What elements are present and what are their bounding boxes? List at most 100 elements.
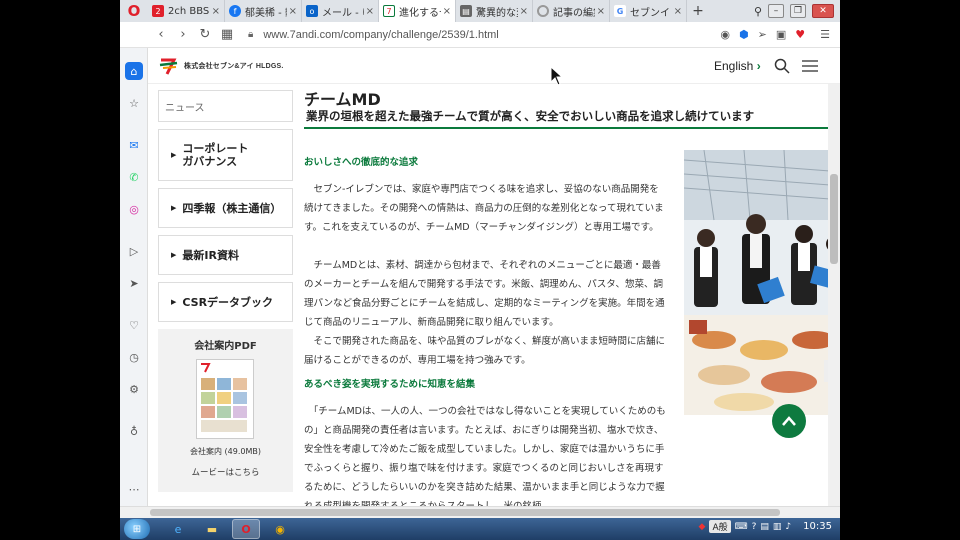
- company-pdf-box: 会社案内PDF 会社案内 (49.0MB) ムービーはこちら: [158, 329, 293, 492]
- tray-volume-icon[interactable]: ♪: [785, 522, 791, 532]
- vertical-scrollbar[interactable]: [828, 84, 840, 518]
- reload-icon[interactable]: ↻: [194, 27, 216, 42]
- page-icon: ▤: [460, 5, 472, 17]
- new-tab-button[interactable]: +: [687, 3, 709, 19]
- tab-edit[interactable]: 記事の編集 ×: [533, 0, 610, 22]
- home-icon[interactable]: ⌂: [125, 62, 143, 80]
- opera-sidebar: ⌂ ☆ ✉ ✆ ◎ ▷ ➤ ♡ ◷ ⚙ ♁ ⋯: [120, 48, 148, 518]
- address-bar: ‹ › ↻ ▦ 🔒︎ www.7andi.com/company/challen…: [120, 22, 840, 48]
- main-content: チームMD 業界の垣根を超えた最強チームで質が高く、安全でおいしい商品を追求し続…: [304, 86, 840, 512]
- clock[interactable]: 10:35: [803, 521, 832, 532]
- send-icon[interactable]: ➢: [758, 28, 767, 41]
- opera-taskbar-icon[interactable]: O: [232, 519, 260, 539]
- tab-facebook[interactable]: f 郁美稀 - 動 ×: [225, 0, 302, 22]
- seven-and-i-logo[interactable]: [158, 56, 180, 76]
- easy-setup-icon[interactable]: ☰: [820, 28, 830, 41]
- tab-label: セブンイレ: [630, 7, 672, 19]
- section-heading-2: あるべき姿を実現するために知恵を結集: [304, 379, 476, 390]
- vertical-scroll-thumb[interactable]: [830, 174, 838, 264]
- tab-bar: O 2 2ch BBS × f 郁美稀 - 動 × o メール - ゆ × 7 …: [120, 0, 840, 22]
- ime-indicator[interactable]: A般: [709, 520, 731, 533]
- tray-app-icon[interactable]: ◆: [699, 522, 706, 532]
- pdf-download-link[interactable]: 会社案内 (49.0MB): [158, 446, 293, 457]
- tab-close-icon[interactable]: ×: [674, 6, 682, 17]
- title-rule: [304, 127, 834, 129]
- nav-corporate-governance[interactable]: ▶ コーポレート ガバナンス: [158, 129, 293, 181]
- speed-dial-icon[interactable]: ☆: [125, 94, 143, 112]
- paragraph-4: 「チームMDは、一人の人、一つの会社ではなし得ないことを実現していくためのもの」…: [304, 406, 666, 512]
- tab-label: メール - ゆ: [322, 7, 364, 19]
- heart-icon[interactable]: ♥: [795, 28, 805, 41]
- news-link[interactable]: ニュース: [158, 90, 293, 122]
- more-icon[interactable]: ⋯: [125, 480, 143, 498]
- player-icon[interactable]: ▷: [125, 242, 143, 260]
- history-icon[interactable]: ◷: [125, 348, 143, 366]
- search-tabs-icon[interactable]: ⚲: [754, 5, 762, 18]
- loading-icon: [537, 5, 549, 17]
- settings-gear-icon[interactable]: ⚙: [125, 380, 143, 398]
- maximize-button[interactable]: ❐: [790, 4, 806, 18]
- chrome-taskbar-icon[interactable]: ◉: [266, 519, 294, 539]
- instagram-icon[interactable]: ◎: [125, 200, 143, 218]
- vpn-shield-icon[interactable]: ⬢: [739, 28, 749, 41]
- tab-label: 進化するセ: [399, 7, 441, 19]
- hamburger-menu-icon[interactable]: [802, 60, 818, 72]
- close-window-button[interactable]: ✕: [812, 4, 834, 18]
- tab-close-icon[interactable]: ×: [597, 6, 605, 17]
- windows-taskbar: ⊞ e ▬ O ◉ ◆ A般 ⌨ ? ▤ ▥ ♪ 10:35: [120, 518, 840, 540]
- pdf-cover-thumbnail[interactable]: [196, 359, 254, 439]
- nav-ir-materials[interactable]: ▶ 最新IR資料: [158, 235, 293, 275]
- lightbulb-icon[interactable]: ♁: [125, 422, 143, 440]
- tab-mail[interactable]: o メール - ゆ ×: [302, 0, 379, 22]
- movie-link[interactable]: ムービーはこちら: [158, 466, 293, 478]
- start-button[interactable]: ⊞: [124, 519, 150, 539]
- send-flow-icon[interactable]: ➤: [125, 274, 143, 292]
- tab-grid-icon[interactable]: ▦: [216, 27, 238, 42]
- scroll-to-top-button[interactable]: [772, 404, 806, 438]
- mouse-cursor-icon: [550, 66, 564, 86]
- tab-close-icon[interactable]: ×: [212, 6, 220, 17]
- opera-menu-icon[interactable]: O: [120, 0, 148, 22]
- tab-close-icon[interactable]: ×: [520, 6, 528, 17]
- cube-icon[interactable]: ▣: [776, 28, 786, 41]
- tray-keyboard-icon[interactable]: ⌨: [735, 522, 748, 532]
- search-icon[interactable]: [774, 58, 790, 74]
- pdf-cover-image: [201, 363, 247, 432]
- messenger-icon[interactable]: ✉: [125, 136, 143, 154]
- nav-csr-databook[interactable]: ▶ CSRデータブック: [158, 282, 293, 322]
- outlook-icon: o: [306, 5, 318, 17]
- triangle-right-icon: ▶: [171, 297, 177, 306]
- tray-help-icon[interactable]: ?: [752, 522, 757, 532]
- site-header: 株式会社セブン&アイ HLDGS. English ›: [148, 48, 840, 84]
- horizontal-scroll-thumb[interactable]: [150, 509, 780, 516]
- tab-close-icon[interactable]: ×: [289, 6, 297, 17]
- tab-2ch[interactable]: 2 2ch BBS ×: [148, 0, 225, 22]
- tab-close-icon[interactable]: ×: [366, 6, 374, 17]
- tray-language-icon[interactable]: ▤: [760, 522, 769, 532]
- google-icon: G: [614, 5, 626, 17]
- english-link[interactable]: English ›: [714, 59, 761, 73]
- heart-outline-icon[interactable]: ♡: [125, 316, 143, 334]
- tab-label: 郁美稀 - 動: [245, 7, 287, 19]
- pdf-caption-text: 会社案内 (49.0MB): [190, 447, 261, 456]
- minimize-button[interactable]: –: [768, 4, 784, 18]
- ie-icon[interactable]: e: [164, 519, 192, 539]
- tab-google[interactable]: G セブンイレ ×: [610, 0, 687, 22]
- lock-icon[interactable]: 🔒︎: [248, 29, 253, 40]
- tray-network-icon[interactable]: ▥: [773, 522, 782, 532]
- camera-icon[interactable]: ◉: [720, 28, 730, 41]
- seven-icon: 7: [383, 5, 395, 17]
- tab-close-icon[interactable]: ×: [443, 6, 451, 17]
- left-nav: ニュース ▶ コーポレート ガバナンス ▶ 四季報（株主通信） ▶ 最新IR資料…: [158, 90, 293, 492]
- whatsapp-icon[interactable]: ✆: [125, 168, 143, 186]
- forward-icon[interactable]: ›: [172, 27, 194, 42]
- horizontal-scrollbar[interactable]: [120, 506, 840, 518]
- url-field[interactable]: www.7andi.com/company/challenge/2539/1.h…: [263, 29, 720, 41]
- explorer-folder-icon[interactable]: ▬: [198, 519, 226, 539]
- tab-article[interactable]: ▤ 驚異的な変 ×: [456, 0, 533, 22]
- triangle-right-icon: ▶: [171, 250, 177, 259]
- nav-shikiho[interactable]: ▶ 四季報（株主通信）: [158, 188, 293, 228]
- back-icon[interactable]: ‹: [150, 27, 172, 42]
- team-md-photo: [684, 150, 840, 415]
- tab-active-7andi[interactable]: 7 進化するセ ×: [379, 0, 456, 22]
